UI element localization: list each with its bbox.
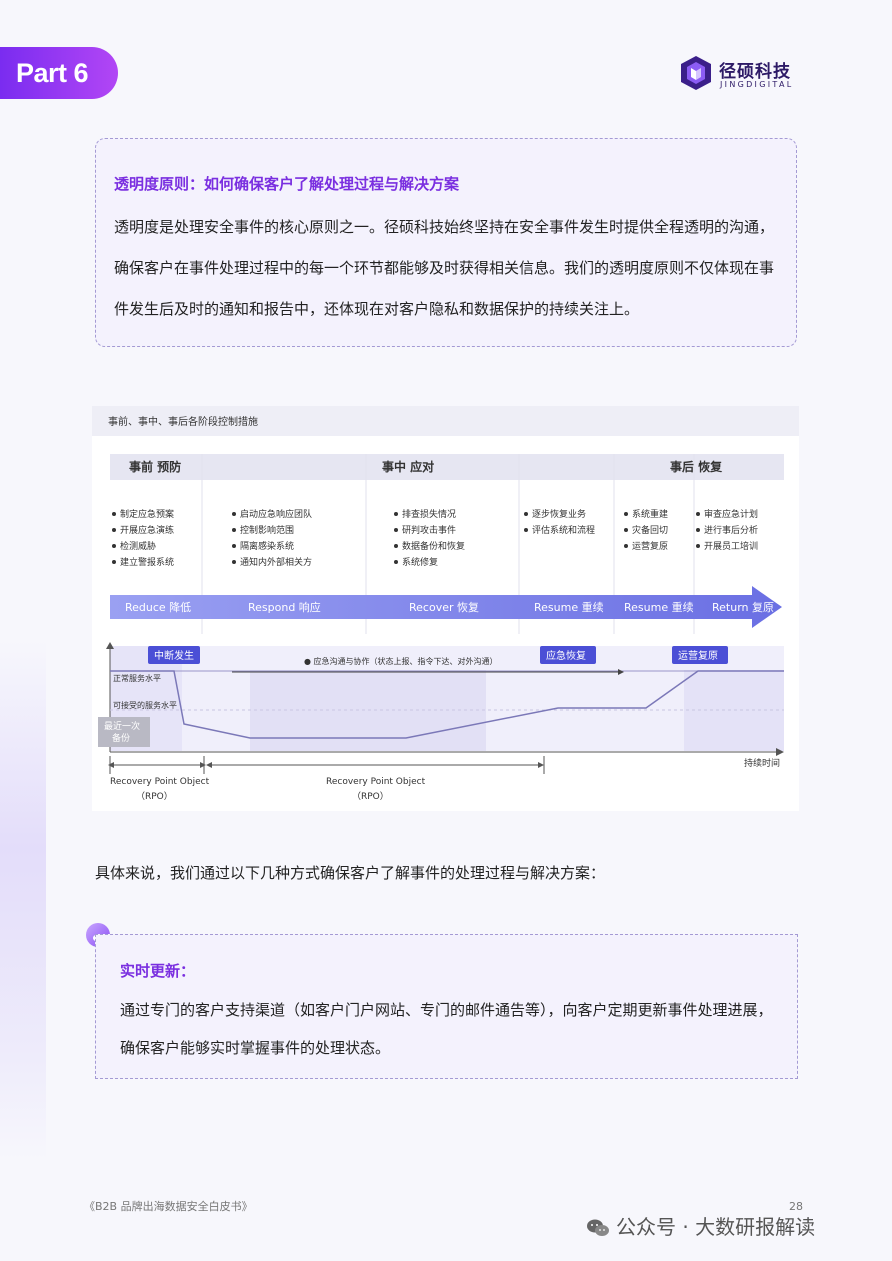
normal-level-label: 正常服务水平 [113, 673, 161, 683]
stage-label: Reduce 降低 [125, 600, 191, 614]
intro-text: 具体来说，我们通过以下几种方式确保客户了解事件的处理过程与解决方案： [95, 864, 606, 882]
measure-item: 评估系统和流程 [532, 524, 595, 536]
phase-before: 事前 预防 [129, 459, 181, 474]
stage-label: Resume 重续 [534, 600, 604, 614]
measure-item: 开展应急演练 [120, 524, 174, 536]
stage-label: Return 复原 [712, 600, 774, 614]
measure-item: 灾备回切 [632, 524, 668, 536]
control-measures-figure: 事前、事中、事后各阶段控制措施 事前 预防 事中 应对 事后 恢复 制定应急预案… [92, 406, 799, 811]
measure-lists: 制定应急预案 开展应急演练 检测威胁 建立警报系统 启动应急响应团队 控制影响范… [120, 508, 758, 568]
backup-label-line1: 最近一次 [104, 720, 140, 732]
watermark: 公众号 · 大数研报解读 [586, 1211, 815, 1240]
incident-marker-label: 中断发生 [154, 649, 194, 662]
stage-label: Respond 响应 [248, 600, 321, 614]
measure-item: 逐步恢复业务 [532, 508, 586, 520]
y-axis-arrow-icon [106, 642, 114, 649]
update-body: 通过专门的客户支持渠道（如客户门户网站、专门的邮件通告等），向客户定期更新事件处… [120, 1001, 773, 1057]
stage-label: Resume 重续 [624, 600, 694, 614]
phase-during: 事中 应对 [382, 459, 434, 474]
rpo-left-label: Recovery Point Object [110, 777, 210, 787]
measure-item: 进行事后分析 [704, 524, 758, 536]
footer-document-title: 《B2B 品牌出海数据安全白皮书》 [84, 1200, 253, 1213]
left-edge-glow [0, 640, 46, 1160]
phase-after: 事后 恢复 [670, 459, 723, 474]
measure-item: 启动应急响应团队 [240, 508, 312, 520]
measure-item: 制定应急预案 [120, 508, 174, 520]
rpo-right-label: Recovery Point Object [326, 777, 426, 787]
rpo-left-abbr: （RPO） [136, 791, 173, 802]
emergency-recovery-label: 应急恢复 [546, 649, 586, 662]
measure-item: 系统修复 [402, 556, 438, 568]
logo-name-cn: 径硕科技 [719, 62, 791, 82]
measure-item: 数据备份和恢复 [402, 540, 465, 552]
measure-item: 控制影响范围 [240, 524, 294, 536]
measure-item: 建立警报系统 [120, 556, 174, 568]
measure-item: 审查应急计划 [704, 508, 758, 520]
measure-item: 检测威胁 [120, 540, 156, 552]
company-logo: 径硕科技 JINGDIGITAL [681, 56, 801, 92]
measure-item: 隔离感染系统 [240, 540, 294, 552]
update-heading: 实时更新： [120, 962, 196, 980]
backup-label-line2: 备份 [112, 732, 130, 744]
measure-item: 系统重建 [632, 508, 668, 520]
acceptable-level-label: 可接受的服务水平 [113, 700, 177, 710]
rpo-right-abbr: （RPO） [352, 791, 389, 802]
logo-name-en: JINGDIGITAL [720, 80, 794, 89]
logo-mark-icon [681, 56, 711, 90]
principle-heading: 透明度原则：如何确保客户了解处理过程与解决方案 [114, 175, 460, 193]
measure-item: 研判攻击事件 [402, 524, 456, 536]
transparency-principle-box: 透明度原则：如何确保客户了解处理过程与解决方案 透明度是处理安全事件的核心原则之… [95, 138, 797, 347]
watermark-text: 公众号 · 大数研报解读 [616, 1215, 816, 1239]
communication-note: ● 应急沟通与协作（状态上报、指令下达、对外沟通） [304, 656, 498, 666]
ops-restore-label: 运营复原 [678, 649, 718, 662]
part-badge: Part 6 [0, 47, 118, 99]
time-axis-label: 持续时间 [744, 757, 780, 769]
figure-title: 事前、事中、事后各阶段控制措施 [108, 415, 258, 428]
measure-item: 运营复原 [632, 540, 668, 552]
realtime-update-box: 实时更新： 通过专门的客户支持渠道（如客户门户网站、专门的邮件通告等），向客户定… [95, 934, 798, 1079]
measure-item: 排查损失情况 [402, 508, 456, 520]
measure-item: 开展员工培训 [704, 540, 758, 552]
measure-item: 通知内外部相关方 [240, 556, 312, 568]
stage-label: Recover 恢复 [409, 600, 479, 614]
wechat-icon [587, 1219, 609, 1236]
principle-body: 透明度是处理安全事件的核心原则之一。径硕科技始终坚持在安全事件发生时提供全程透明… [114, 218, 775, 318]
